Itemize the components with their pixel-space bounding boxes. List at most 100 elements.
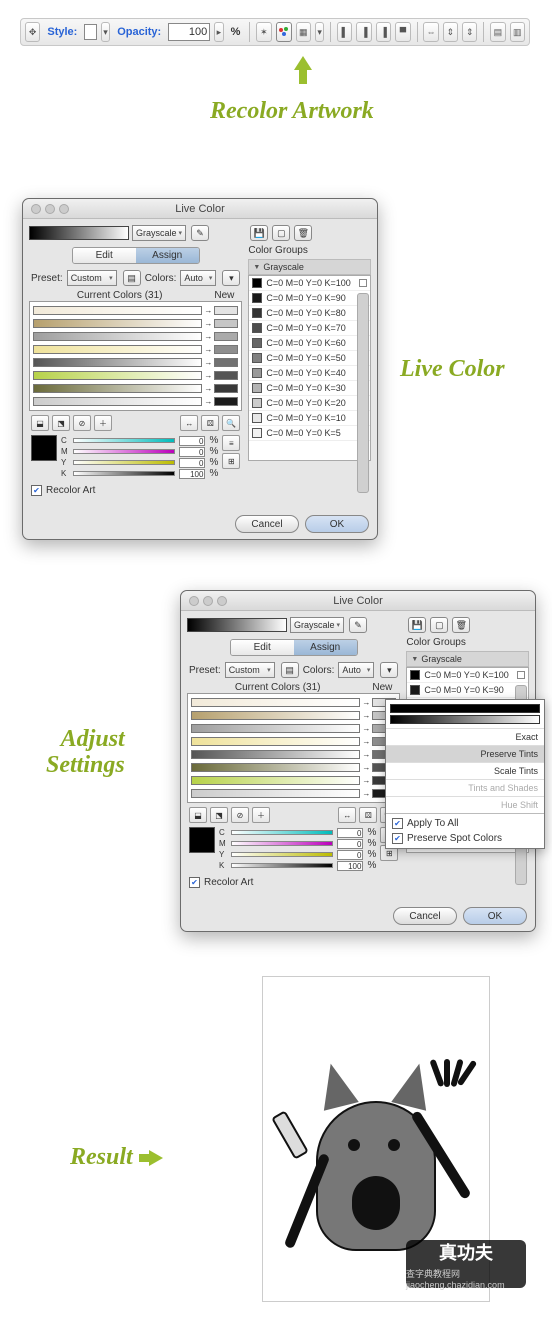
gradient-name-select[interactable]: Grayscale: [290, 617, 344, 633]
c-slider[interactable]: [231, 830, 333, 835]
map-arrow-icon[interactable]: →: [204, 306, 212, 315]
color-group-item[interactable]: C=0 M=0 Y=0 K=90: [249, 291, 370, 306]
scrollbar[interactable]: [357, 293, 369, 493]
map-arrow-icon[interactable]: →: [362, 776, 370, 785]
edit-gradient-icon[interactable]: ✎: [191, 225, 209, 241]
swatch-row[interactable]: →: [33, 305, 238, 316]
preset-select[interactable]: Custom: [67, 270, 117, 286]
popup-item-exact[interactable]: Exact: [386, 728, 544, 745]
color-group-item[interactable]: C=0 M=0 Y=0 K=20: [249, 396, 370, 411]
k-slider[interactable]: [231, 863, 333, 868]
selection-icon[interactable]: ✥: [25, 22, 40, 42]
map-arrow-icon[interactable]: →: [204, 384, 212, 393]
new-group-icon[interactable]: ▢: [272, 225, 290, 241]
colors-select[interactable]: Auto: [180, 270, 216, 286]
color-group-item[interactable]: C=0 M=0 Y=0 K=100: [407, 668, 528, 683]
new-color-swatch[interactable]: [214, 384, 238, 393]
swatch-row[interactable]: →: [191, 710, 396, 721]
swatch-row[interactable]: →: [191, 749, 396, 760]
c-value[interactable]: 0: [179, 436, 205, 446]
cancel-button[interactable]: Cancel: [393, 907, 457, 925]
map-arrow-icon[interactable]: →: [204, 332, 212, 341]
delete-group-icon[interactable]: 🗑: [294, 225, 312, 241]
color-group-item[interactable]: C=0 M=0 Y=0 K=30: [249, 381, 370, 396]
swatch-row[interactable]: →: [33, 331, 238, 342]
color-group-item[interactable]: C=0 M=0 Y=0 K=100: [249, 276, 370, 291]
swatch-row[interactable]: →: [191, 775, 396, 786]
new-group-icon[interactable]: ▢: [430, 617, 448, 633]
opacity-input[interactable]: [168, 23, 210, 41]
hsl-mode-icon[interactable]: ⊞: [222, 453, 240, 469]
map-arrow-icon[interactable]: →: [362, 737, 370, 746]
swatch-row[interactable]: →: [191, 788, 396, 799]
recolor-art-checkbox[interactable]: ✔: [189, 877, 200, 888]
color-group-item[interactable]: C=0 M=0 Y=0 K=90: [407, 683, 528, 698]
color-group-item[interactable]: C=0 M=0 Y=0 K=10: [249, 411, 370, 426]
colors-opts-icon[interactable]: ▾: [380, 662, 398, 678]
colors-select[interactable]: Auto: [338, 662, 374, 678]
map-arrow-icon[interactable]: →: [204, 345, 212, 354]
cancel-button[interactable]: Cancel: [235, 515, 299, 533]
new-color-swatch[interactable]: [214, 358, 238, 367]
merge-icon[interactable]: ⬓: [31, 415, 49, 431]
m-value[interactable]: 0: [179, 447, 205, 457]
group-header[interactable]: ▼Grayscale: [406, 651, 529, 667]
new-row-icon[interactable]: ＋: [252, 807, 270, 823]
save-group-icon[interactable]: 💾: [408, 617, 426, 633]
preset-select[interactable]: Custom: [225, 662, 275, 678]
new-color-swatch[interactable]: [214, 306, 238, 315]
ok-button[interactable]: OK: [305, 515, 369, 533]
find-icon[interactable]: 🔍: [222, 415, 240, 431]
k-slider[interactable]: [73, 471, 175, 476]
swap-icon[interactable]: ↔: [338, 807, 356, 823]
swatch-row[interactable]: →: [191, 736, 396, 747]
ok-button[interactable]: OK: [463, 907, 527, 925]
gradient-name-select[interactable]: Grayscale: [132, 225, 186, 241]
split-icon[interactable]: ⬔: [210, 807, 228, 823]
color-group-item[interactable]: C=0 M=0 Y=0 K=40: [249, 366, 370, 381]
swatch-row[interactable]: →: [33, 357, 238, 368]
swap-icon[interactable]: ↔: [180, 415, 198, 431]
k-value[interactable]: 100: [179, 469, 205, 479]
align-center-icon[interactable]: ▐: [356, 22, 371, 42]
swatch-row[interactable]: →: [33, 396, 238, 407]
sliders-mode-icon[interactable]: ≡: [222, 435, 240, 451]
swatch-row[interactable]: →: [33, 370, 238, 381]
align-top-icon[interactable]: ▀: [395, 22, 410, 42]
new-color-swatch[interactable]: [214, 397, 238, 406]
map-arrow-icon[interactable]: →: [204, 358, 212, 367]
doc-setup-dropdown[interactable]: ▾: [315, 22, 324, 42]
swatch-row[interactable]: →: [191, 723, 396, 734]
map-arrow-icon[interactable]: →: [362, 763, 370, 772]
new-color-swatch[interactable]: [214, 345, 238, 354]
delete-group-icon[interactable]: 🗑: [452, 617, 470, 633]
random-icon[interactable]: ⚄: [201, 415, 219, 431]
new-color-swatch[interactable]: [214, 332, 238, 341]
magic-wand-icon[interactable]: ✶: [256, 22, 271, 42]
preset-save-icon[interactable]: ▤: [281, 662, 299, 678]
popup-item-preserve-tints[interactable]: Preserve Tints: [386, 745, 544, 762]
tab-assign[interactable]: Assign: [136, 248, 199, 263]
swatch-row[interactable]: →: [191, 762, 396, 773]
map-arrow-icon[interactable]: →: [362, 750, 370, 759]
distribute-v-icon[interactable]: ⇕: [443, 22, 458, 42]
map-arrow-icon[interactable]: →: [362, 698, 370, 707]
colors-opts-icon[interactable]: ▾: [222, 270, 240, 286]
swatch-row[interactable]: →: [33, 344, 238, 355]
color-group-list[interactable]: C=0 M=0 Y=0 K=100C=0 M=0 Y=0 K=90C=0 M=0…: [248, 275, 371, 461]
save-group-icon[interactable]: 💾: [250, 225, 268, 241]
window-controls[interactable]: [189, 596, 227, 606]
map-arrow-icon[interactable]: →: [204, 371, 212, 380]
merge-icon[interactable]: ⬓: [189, 807, 207, 823]
opacity-dropdown-icon[interactable]: ▸: [214, 22, 223, 42]
new-color-swatch[interactable]: [214, 319, 238, 328]
apply-all-checkbox[interactable]: ✔: [392, 818, 403, 829]
style-swatch[interactable]: [84, 24, 96, 40]
mode-tabs[interactable]: Edit Assign: [72, 247, 200, 264]
color-group-item[interactable]: C=0 M=0 Y=0 K=80: [249, 306, 370, 321]
align-left-icon[interactable]: ▌: [337, 22, 352, 42]
m-slider[interactable]: [73, 449, 175, 454]
c-slider[interactable]: [73, 438, 175, 443]
distribute-h-icon[interactable]: ⇔: [423, 22, 438, 42]
y-slider[interactable]: [231, 852, 333, 857]
